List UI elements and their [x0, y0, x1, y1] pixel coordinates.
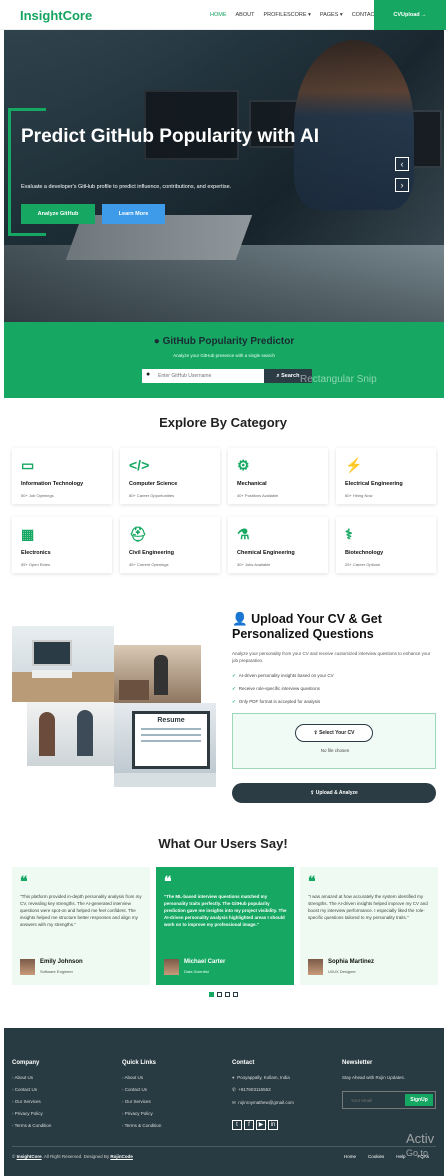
- newsletter-form: SignUp: [342, 1091, 436, 1109]
- map-pin-icon: ⌖: [232, 1075, 235, 1080]
- quote-icon: ❝: [20, 873, 28, 889]
- upload-icon: ⇪: [310, 790, 315, 796]
- dna-icon: ⚕: [345, 526, 353, 542]
- twitter-icon[interactable]: t: [232, 1120, 242, 1130]
- check-icon: ✓: [232, 673, 236, 678]
- carousel-dot[interactable]: [233, 992, 238, 997]
- footer: Company About Us Contact Us Our Services…: [4, 1028, 444, 1176]
- bolt-icon: ⚡: [345, 457, 363, 473]
- feature-item: ✓ AI-driven personality insights based on…: [232, 673, 334, 678]
- category-card[interactable]: ⚗ Chemical Engineering 30+ Jobs Availabl…: [228, 517, 328, 573]
- analyze-github-button[interactable]: Analyze GitHub: [21, 204, 95, 224]
- footer-divider: [12, 1146, 436, 1147]
- linkedin-icon[interactable]: in: [268, 1120, 278, 1130]
- category-card[interactable]: ⚕ Biotechnology 25+ Career Options: [336, 517, 436, 573]
- github-icon: ●: [153, 336, 160, 347]
- footer-newsletter: Newsletter Stay Ahead with Rojin Updates…: [342, 1060, 406, 1080]
- avatar: [20, 959, 35, 975]
- check-icon: ✓: [232, 686, 236, 691]
- cv-upload-button[interactable]: CVUpload →: [374, 0, 446, 30]
- predictor-subtitle: Analyze your GitHub presence with a sing…: [173, 353, 275, 358]
- category-card[interactable]: ▦ Electronics 55+ Open Roles: [12, 517, 112, 573]
- quote-icon: ❝: [164, 873, 172, 889]
- upload-icon: ⇪: [313, 730, 318, 736]
- social-links: t f ▶ in: [232, 1113, 294, 1131]
- check-icon: ✓: [232, 699, 236, 704]
- quote-icon: ❝: [308, 873, 316, 889]
- chevron-left-icon[interactable]: ‹: [395, 157, 409, 171]
- learn-more-button[interactable]: Learn More: [102, 204, 165, 224]
- gears-icon: ⚙: [237, 457, 250, 473]
- resume-monitor-photo: Resume: [114, 703, 216, 787]
- resume-label: Resume: [157, 717, 185, 724]
- office-desk-photo: [12, 626, 114, 702]
- top-navbar: InsightCore HOME ABOUT PROFILESCORE ▾ PA…: [0, 0, 446, 30]
- category-card[interactable]: ⚡ Electrical Engineering 60+ Hiring Now: [336, 448, 436, 504]
- avatar: [308, 959, 323, 975]
- user-icon: 👤: [232, 612, 248, 626]
- carousel-dots: [209, 992, 238, 997]
- carousel-dot[interactable]: [209, 992, 214, 997]
- meeting-photo: [114, 645, 201, 703]
- github-icon: ●: [146, 371, 151, 378]
- chip-icon: ▦: [21, 526, 35, 542]
- upload-description: Analyze your personality from your CV an…: [232, 651, 431, 663]
- upload-title: 👤 Upload Your CV & Get Personalized Ques…: [232, 612, 382, 641]
- predictor-title: ● GitHub Popularity Predictor: [153, 336, 295, 347]
- feature-item: ✓ Only PDF format is accepted for analysi…: [232, 699, 321, 704]
- main-menu: HOME ABOUT PROFILESCORE ▾ PAGES ▾ CONTAC…: [210, 12, 378, 18]
- hero-subtitle: Evaluate a developer's GitHub profile to…: [21, 184, 232, 190]
- footer-contact: Contact ⌖ Pooyappally, Kollam, India ✆ +…: [232, 1060, 294, 1131]
- testimonial-card: ❝ "This platform provided in-depth perso…: [12, 867, 150, 985]
- activation-watermark: Activ: [406, 1131, 435, 1146]
- hero-banner: Predict GitHub Popularity with AI Evalua…: [4, 30, 444, 322]
- signup-button[interactable]: SignUp: [405, 1094, 433, 1106]
- flask-icon: ⚗: [237, 526, 250, 542]
- category-card[interactable]: ⚙ Mechanical 40+ Positions Available: [228, 448, 328, 504]
- nav-about[interactable]: ABOUT: [236, 12, 255, 18]
- testimonial-card: ❝ "I was amazed at how accurately the sy…: [300, 867, 438, 985]
- nav-profilescore[interactable]: PROFILESCORE ▾: [263, 12, 310, 18]
- select-cv-button[interactable]: ⇪ Select Your CV: [295, 724, 373, 742]
- nav-pages[interactable]: PAGES ▾: [320, 12, 343, 18]
- site-logo[interactable]: InsightCore: [20, 8, 92, 23]
- mail-icon: ✉: [232, 1100, 236, 1105]
- nav-home[interactable]: HOME: [210, 12, 227, 18]
- footer-company: Company About Us Contact Us Our Services…: [12, 1060, 51, 1135]
- feature-item: ✓ Receive role-specific interview questio…: [232, 686, 320, 691]
- hard-hat-icon: ⛑: [129, 526, 147, 542]
- chevron-right-icon[interactable]: ›: [395, 178, 409, 192]
- hero-title: Predict GitHub Popularity with AI: [21, 126, 320, 147]
- category-card[interactable]: </> Computer Science 80+ Career Opportun…: [120, 448, 220, 504]
- footer-quick-links: Quick Links About Us Contact Us Our Serv…: [122, 1060, 161, 1135]
- testimonial-card: ❝ "The ML-based interview questions matc…: [156, 867, 294, 985]
- testimonials-title: What Our Users Say!: [158, 836, 288, 851]
- avatar: [164, 959, 179, 975]
- carousel-dot[interactable]: [225, 992, 230, 997]
- categories-title: Explore By Category: [159, 415, 287, 430]
- team-photo: [27, 702, 114, 766]
- cv-drop-area[interactable]: ⇪ Select Your CV No file chosen: [232, 713, 436, 769]
- file-status: No file chosen: [320, 748, 350, 753]
- category-card[interactable]: ▭ Information Technology 50+ Job Opening…: [12, 448, 112, 504]
- github-username-input[interactable]: [142, 369, 264, 383]
- predictor-section: ● GitHub Popularity Predictor Analyze yo…: [4, 322, 444, 398]
- newsletter-email-input[interactable]: [343, 1092, 403, 1108]
- phone-icon: ✆: [232, 1087, 236, 1092]
- youtube-icon[interactable]: ▶: [256, 1120, 266, 1130]
- facebook-icon[interactable]: f: [244, 1120, 254, 1130]
- copyright: © InsightCore. All Right Reserved. Desig…: [12, 1154, 133, 1159]
- snip-overlay-text: Rectangular Snip: [300, 374, 377, 385]
- category-card[interactable]: ⛑ Civil Engineering 45+ Current Openings: [120, 517, 220, 573]
- code-icon: </>: [129, 457, 150, 473]
- activation-watermark: Go to: [406, 1148, 429, 1158]
- carousel-dot[interactable]: [217, 992, 222, 997]
- monitor-icon: ▭: [21, 457, 35, 473]
- upload-analyze-button[interactable]: ⇪ Upload & Analyze: [232, 783, 436, 803]
- search-icon: ⌕: [276, 372, 280, 379]
